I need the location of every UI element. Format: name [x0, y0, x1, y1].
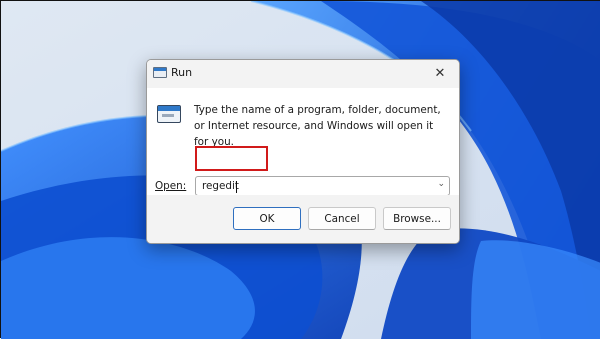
run-program-icon — [157, 105, 181, 123]
ok-button[interactable]: OK — [233, 207, 301, 230]
text-caret — [236, 181, 237, 193]
dialog-content: Type the name of a program, folder, docu… — [147, 88, 459, 196]
browse-button[interactable]: Browse... — [383, 207, 451, 230]
open-label: Open: — [155, 180, 186, 192]
close-icon[interactable]: ✕ — [429, 64, 451, 84]
chevron-down-icon[interactable]: ⌄ — [437, 179, 445, 189]
dialog-description: Type the name of a program, folder, docu… — [194, 104, 441, 148]
run-dialog: Run ✕ Type the name of a program, folder… — [146, 59, 460, 244]
window-title: Run — [171, 66, 193, 79]
open-label-text: Open: — [155, 180, 187, 192]
title-bar[interactable]: Run ✕ — [147, 60, 459, 88]
cancel-button[interactable]: Cancel — [308, 207, 376, 230]
open-combobox[interactable]: regedit ⌄ — [195, 176, 450, 196]
button-bar: OK Cancel Browse... — [147, 195, 459, 243]
open-input-value[interactable]: regedit — [202, 180, 239, 192]
run-app-icon — [153, 67, 167, 78]
